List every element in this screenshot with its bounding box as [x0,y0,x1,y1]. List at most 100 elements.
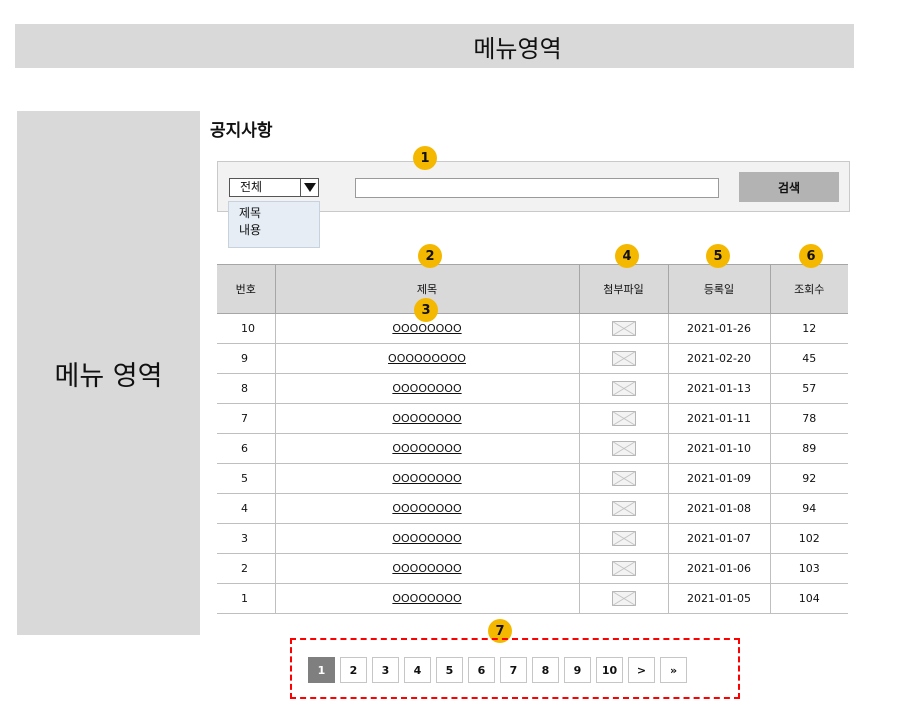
page-button-1[interactable]: 1 [308,657,335,683]
page-button-6[interactable]: 6 [468,657,495,683]
page-button-5[interactable]: 5 [436,657,463,683]
attachment-icon[interactable] [611,561,636,576]
table-row[interactable]: 9 OOOOOOOOO 2021-02-20 45 [217,343,848,374]
row-file-cell [578,493,669,524]
row-file-cell [578,403,669,434]
page-button-7[interactable]: 7 [500,657,527,683]
row-title-cell: OOOOOOOOO [274,343,580,374]
row-date: 2021-01-08 [667,493,771,524]
table-row[interactable]: 2 OOOOOOOO 2021-01-06 103 [217,553,848,584]
row-title-link[interactable]: OOOOOOOO [392,412,461,425]
table-row[interactable]: 10 OOOOOOOO 2021-01-26 12 [217,313,848,344]
row-title-link[interactable]: OOOOOOOO [392,592,461,605]
table-row[interactable]: 1 OOOOOOOO 2021-01-05 104 [217,583,848,614]
side-menu-area: 메뉴 영역 [17,111,200,635]
row-no: 4 [217,493,276,524]
attachment-icon[interactable] [611,411,636,426]
side-menu-label: 메뉴 영역 [54,360,163,392]
table-row[interactable]: 6 OOOOOOOO 2021-01-10 89 [217,433,848,464]
page-button-2[interactable]: 2 [340,657,367,683]
row-no: 7 [217,403,276,434]
row-date: 2021-01-05 [667,583,771,614]
row-title-link[interactable]: OOOOOOOO [392,532,461,545]
row-title-cell: OOOOOOOO [274,523,580,554]
row-title-cell: OOOOOOOO [274,583,580,614]
row-file-cell [578,313,669,344]
search-category-value: 전체 [240,180,263,194]
annotation-badge-6: 6 [799,244,823,268]
row-title-link[interactable]: OOOOOOOO [392,472,461,485]
table-row[interactable]: 7 OOOOOOOO 2021-01-11 78 [217,403,848,434]
row-date: 2021-01-09 [667,463,771,494]
row-date: 2021-01-10 [667,433,771,464]
search-category-select[interactable]: 전체 [229,178,319,197]
table-row[interactable]: 5 OOOOOOOO 2021-01-09 92 [217,463,848,494]
attachment-icon[interactable] [611,381,636,396]
pagination: 1 2 3 4 5 6 7 8 9 10 >» [308,657,687,683]
row-date: 2021-02-20 [667,343,771,374]
row-views: 78 [769,403,848,434]
dropdown-arrow-icon[interactable] [300,179,318,196]
annotation-badge-4: 4 [615,244,639,268]
row-views: 103 [769,553,848,584]
row-views: 12 [769,313,848,344]
row-title-cell: OOOOOOOO [274,553,580,584]
page-button-9[interactable]: 9 [564,657,591,683]
row-title-cell: OOOOOOOO [274,403,580,434]
dropdown-option-content[interactable]: 내용 [229,222,319,239]
next-page-button[interactable]: > [628,657,655,683]
attachment-icon[interactable] [611,531,636,546]
row-title-link[interactable]: OOOOOOOOO [388,352,466,365]
row-file-cell [578,373,669,404]
table-row[interactable]: 4 OOOOOOOO 2021-01-08 94 [217,493,848,524]
row-title-cell: OOOOOOOO [274,463,580,494]
row-file-cell [578,343,669,374]
row-no: 5 [217,463,276,494]
header-no: 번호 [217,264,276,314]
search-category-dropdown: 제목 내용 [228,201,320,248]
page-button-4[interactable]: 4 [404,657,431,683]
row-views: 57 [769,373,848,404]
row-views: 45 [769,343,848,374]
search-input[interactable] [355,178,719,198]
page-button-8[interactable]: 8 [532,657,559,683]
search-button[interactable]: 검색 [739,172,839,202]
row-no: 1 [217,583,276,614]
row-no: 3 [217,523,276,554]
attachment-icon[interactable] [611,471,636,486]
row-title-link[interactable]: OOOOOOOO [392,502,461,515]
row-no: 8 [217,373,276,404]
row-title-link[interactable]: OOOOOOOO [392,382,461,395]
annotation-badge-5: 5 [706,244,730,268]
page-button-10[interactable]: 10 [596,657,623,683]
table-row[interactable]: 3 OOOOOOOO 2021-01-07 102 [217,523,848,554]
row-title-link[interactable]: OOOOOOOO [392,442,461,455]
table-row[interactable]: 8 OOOOOOOO 2021-01-13 57 [217,373,848,404]
attachment-icon[interactable] [611,441,636,456]
row-title-link[interactable]: OOOOOOOO [392,562,461,575]
row-views: 102 [769,523,848,554]
annotation-badge-1: 1 [413,146,437,170]
pagination-highlight: 1 2 3 4 5 6 7 8 9 10 >» [290,638,740,699]
attachment-icon[interactable] [611,591,636,606]
row-no: 6 [217,433,276,464]
attachment-icon[interactable] [611,351,636,366]
attachment-icon[interactable] [611,501,636,516]
header-views: 조회수 [769,264,848,314]
page-button-3[interactable]: 3 [372,657,399,683]
dropdown-option-title[interactable]: 제목 [229,205,319,222]
row-title-link[interactable]: OOOOOOOO [392,322,461,335]
row-file-cell [578,463,669,494]
row-file-cell [578,583,669,614]
row-file-cell [578,523,669,554]
page-title: 공지사항 [210,121,273,141]
last-page-button[interactable]: » [660,657,687,683]
attachment-icon[interactable] [611,321,636,336]
row-views: 89 [769,433,848,464]
row-title-cell: OOOOOOOO [274,373,580,404]
row-no: 10 [217,313,276,344]
top-menu-label: 메뉴영역 [473,34,562,63]
header-date: 등록일 [667,264,771,314]
row-date: 2021-01-07 [667,523,771,554]
row-date: 2021-01-26 [667,313,771,344]
